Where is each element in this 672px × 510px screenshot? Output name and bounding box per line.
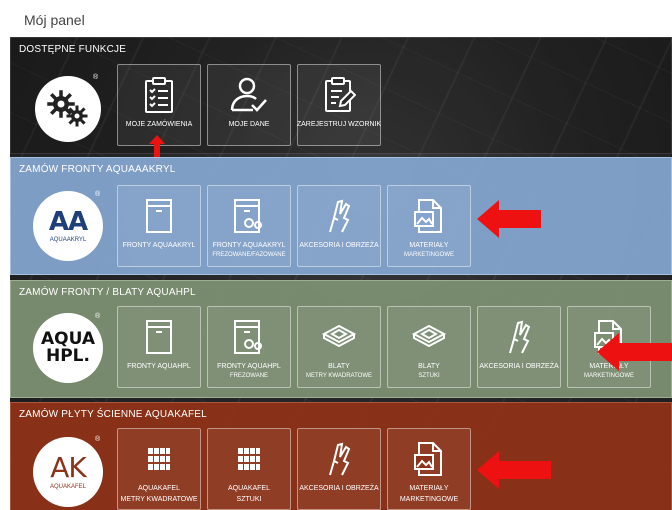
gears-icon: [47, 90, 88, 127]
tile-sublabel: MARKETINGOWE: [399, 496, 459, 503]
aquahpl-logo: AQUA HPL.: [33, 313, 103, 383]
section-aquaakryl: ZAMÓW FRONTY AQUAAAKRYL AA AQUAAKRYL ® F…: [10, 157, 672, 275]
logo-line-2: HPL.: [46, 346, 90, 366]
cabinet-door-gear-icon: [232, 319, 266, 355]
tile-sublabel: FREZOWANE/FAZOWANE: [212, 252, 286, 258]
clipboard-edit-icon: [322, 77, 356, 113]
tile-label: BLATY: [328, 363, 350, 370]
aquaakryl-logo: AA AQUAAKRYL: [33, 191, 103, 261]
tile-sublabel: MARKETINGOWE: [403, 252, 454, 258]
tile-label: AQUAKAFEL: [227, 485, 270, 492]
document-image-icon: [413, 441, 445, 477]
document-image-icon: [413, 198, 445, 234]
tile-grid-icon: [147, 441, 171, 477]
section-aquahpl: ZAMÓW FRONTY / BLATY AQUAHPL AQUA HPL. ®…: [10, 280, 672, 398]
hand-edge-icon: [504, 319, 534, 355]
logo-letters: AA: [48, 207, 88, 237]
tile-label: FRONTY AQUAAKRYL: [122, 242, 196, 249]
tile-label: FRONTY AQUAAKRYL: [212, 242, 286, 249]
tile-label: AQUAKAFEL: [137, 485, 180, 492]
tile-label: AKCESORIA I OBRZEŻA: [479, 363, 559, 370]
hand-edge-icon: [324, 198, 354, 234]
tile-label: ZAREJESTRUJ WZORNIK: [296, 121, 382, 128]
tile-fronty-aquaakryl[interactable]: FRONTY AQUAAKRYL: [117, 185, 201, 267]
page-header: Mój panel: [10, 0, 672, 38]
tile-sublabel: MARKETINGOWE: [583, 373, 634, 379]
cabinet-door-gear-icon: [232, 198, 266, 234]
tile-sublabel: SZTUKI: [236, 496, 262, 503]
section-title: ZAMÓW FRONTY AQUAAAKRYL: [19, 164, 176, 175]
logo-text: AQUAAKRYL: [49, 237, 87, 243]
tile-akcesoria-aquahpl[interactable]: AKCESORIA I OBRZEŻA: [477, 306, 561, 388]
tile-label: AKCESORIA I OBRZEŻA: [299, 485, 379, 492]
countertop-icon: [412, 319, 446, 355]
clipboard-checklist-icon: [142, 77, 176, 113]
left-strip: [0, 0, 10, 510]
tile-label: MATERIAŁY: [409, 242, 449, 249]
section-title: ZAMÓW FRONTY / BLATY AQUAHPL: [19, 287, 196, 298]
tile-akcesoria-aquakafel[interactable]: AKCESORIA I OBRZEŻA: [297, 428, 381, 510]
tile-register-sample[interactable]: ZAREJESTRUJ WZORNIK: [297, 64, 381, 146]
registered-mark: ®: [95, 313, 101, 320]
logo-text: AQUAKAFEL: [49, 484, 86, 490]
tile-grid-icon: [237, 441, 261, 477]
tile-label: MATERIAŁY: [409, 485, 449, 492]
tile-sublabel: FREZOWANE: [229, 373, 269, 379]
tile-akcesoria-aquaakryl[interactable]: AKCESORIA I OBRZEŻA: [297, 185, 381, 267]
tile-label: FRONTY AQUAHPL: [217, 363, 281, 370]
tile-label: MOJE ZAMÓWIENIA: [125, 121, 193, 128]
section-title: ZAMÓW PŁYTY ŚCIENNE AQUAKAFEL: [19, 409, 207, 420]
tile-label: AKCESORIA I OBRZEŻA: [299, 242, 379, 249]
tile-sublabel: SZTUKI: [418, 373, 440, 379]
tile-materialy-aquakafel[interactable]: MATERIAŁY MARKETINGOWE: [387, 428, 471, 510]
cabinet-door-icon: [144, 198, 174, 234]
registered-mark: ®: [95, 191, 101, 198]
tile-aquakafel-sztuki[interactable]: AQUAKAFEL SZTUKI: [207, 428, 291, 510]
gears-logo: [35, 76, 101, 142]
tile-label: BLATY: [418, 363, 440, 370]
logo-letters: AK: [50, 451, 87, 484]
section-aquakafel: ZAMÓW PŁYTY ŚCIENNE AQUAKAFEL AK AQUAKAF…: [10, 402, 672, 510]
tile-my-data[interactable]: MOJE DANE: [207, 64, 291, 146]
section-available-functions: DOSTĘPNE FUNKCJE ® MOJE ZAMÓWIENIA MOJE …: [10, 37, 672, 161]
registered-mark: ®: [95, 436, 101, 443]
tile-sublabel: METRY KWADRATOWE: [305, 373, 372, 379]
red-arrow-left-icon: [477, 200, 541, 238]
tile-my-orders[interactable]: MOJE ZAMÓWIENIA: [117, 64, 201, 146]
countertop-icon: [322, 319, 356, 355]
tile-sublabel: METRY KWADRATOWE: [120, 496, 198, 503]
user-check-icon: [229, 77, 269, 113]
tile-label: FRONTY AQUAHPL: [127, 363, 191, 370]
tile-fronty-aquahpl[interactable]: FRONTY AQUAHPL: [117, 306, 201, 388]
tile-fronty-aquaakryl-frezowane[interactable]: FRONTY AQUAAKRYL FREZOWANE/FAZOWANE: [207, 185, 291, 267]
tile-fronty-aquahpl-frezowane[interactable]: FRONTY AQUAHPL FREZOWANE: [207, 306, 291, 388]
registered-mark: ®: [93, 74, 99, 81]
tile-materialy-aquaakryl[interactable]: MATERIAŁY MARKETINGOWE: [387, 185, 471, 267]
tile-aquakafel-m2[interactable]: AQUAKAFEL METRY KWADRATOWE: [117, 428, 201, 510]
tile-blaty-sztuki[interactable]: BLATY SZTUKI: [387, 306, 471, 388]
cabinet-door-icon: [144, 319, 174, 355]
page-title: Mój panel: [24, 12, 85, 28]
tile-blaty-m2[interactable]: BLATY METRY KWADRATOWE: [297, 306, 381, 388]
red-arrow-left-icon: [477, 451, 551, 489]
section-title: DOSTĘPNE FUNKCJE: [19, 44, 127, 55]
red-arrow-left-icon: [597, 333, 672, 371]
tile-label: MOJE DANE: [228, 121, 270, 128]
aquakafel-logo: AK AQUAKAFEL: [33, 437, 103, 507]
hand-edge-icon: [324, 441, 354, 477]
